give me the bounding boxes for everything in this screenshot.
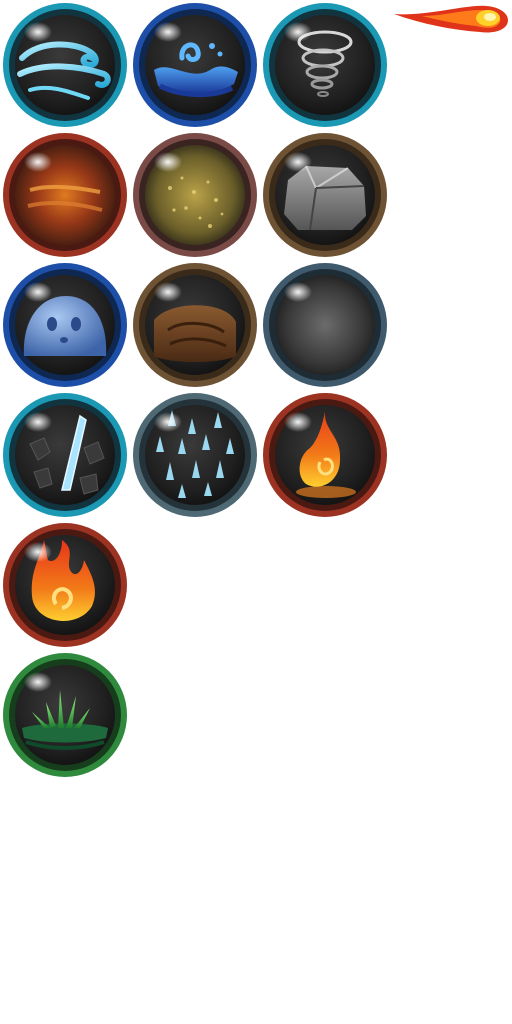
wind-element-icon[interactable] — [0, 0, 130, 130]
ice-spikes-element-icon[interactable] — [130, 390, 260, 520]
slime-element-icon[interactable] — [0, 260, 130, 390]
flame-element-icon[interactable] — [260, 390, 390, 520]
smoke-element-icon[interactable] — [260, 260, 390, 390]
ice-shard-element-icon[interactable] — [0, 390, 130, 520]
mud-element-icon[interactable] — [130, 260, 260, 390]
inferno-element-icon[interactable] — [0, 520, 130, 650]
water-element-icon[interactable] — [130, 0, 260, 130]
sand-element-icon[interactable] — [130, 130, 260, 260]
fireball-projectile-icon — [394, 5, 508, 33]
grass-element-icon[interactable] — [0, 650, 130, 780]
tornado-element-icon[interactable] — [260, 0, 390, 130]
fire-cloud-element-icon[interactable] — [0, 130, 130, 260]
rock-element-icon[interactable] — [260, 130, 390, 260]
